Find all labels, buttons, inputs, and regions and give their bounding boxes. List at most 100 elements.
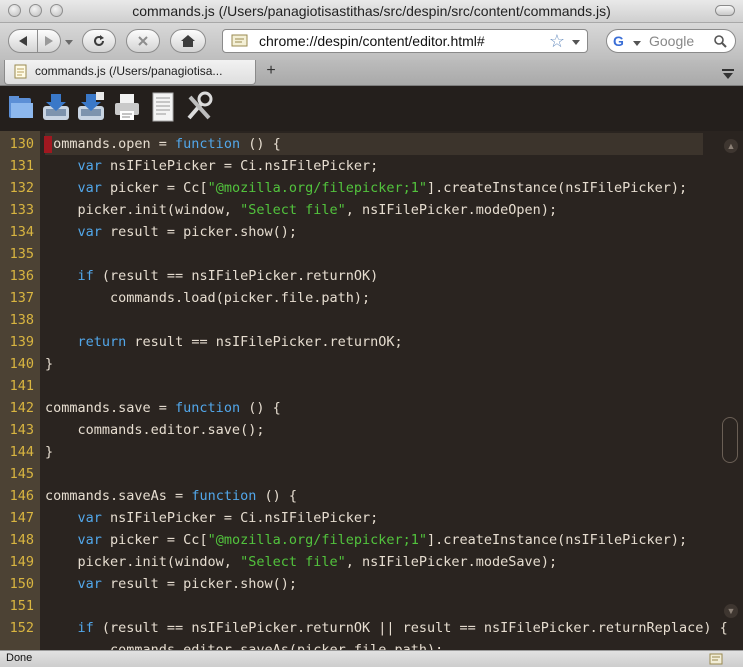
code-keyword: var: [77, 510, 102, 526]
forward-button[interactable]: [37, 29, 61, 53]
line-number: 130: [9, 136, 34, 152]
history-dropdown-icon[interactable]: [64, 37, 74, 47]
toolbar-toggle-button[interactable]: [715, 5, 735, 16]
code-keyword: var: [77, 180, 102, 196]
search-engine-dropdown-icon[interactable]: [633, 39, 641, 47]
code-text: commands.saveAs =: [45, 488, 192, 504]
line-number: [0, 639, 34, 650]
code-string: "@mozilla.org/filepicker;1": [207, 532, 428, 548]
document-tab-icon: [14, 64, 27, 79]
url-bar[interactable]: chrome://despin/content/editor.html# ☆: [222, 29, 588, 53]
save-icon[interactable]: [41, 90, 71, 124]
stop-button[interactable]: [126, 29, 160, 53]
url-dropdown-icon[interactable]: [571, 37, 581, 47]
line-number: 140: [9, 356, 34, 372]
code-text: ].createInstance(nsIFilePicker);: [427, 180, 688, 196]
code-string: "Select file": [240, 202, 346, 218]
line-number: 135: [9, 246, 34, 262]
code-text: commands.save =: [45, 400, 176, 416]
page-icon: [231, 34, 248, 47]
scroll-up-arrow-icon[interactable]: ▲: [724, 139, 738, 153]
line-number: 150: [9, 576, 34, 592]
code-line: picker.init(window, "Select file", nsIFi…: [45, 551, 703, 573]
code-text: ].createInstance(nsIFilePicker);: [427, 532, 688, 548]
open-file-icon[interactable]: [6, 90, 36, 124]
tab-commands-js[interactable]: commands.js (/Users/panagiotisa...: [4, 60, 256, 85]
line-number: 142: [9, 400, 34, 416]
code-string: "Select file": [240, 554, 346, 570]
tab-bar: commands.js (/Users/panagiotisa... +: [0, 60, 743, 86]
code-text: commands.open =: [45, 136, 176, 152]
code-keyword: function: [175, 400, 241, 416]
line-number: 132: [9, 180, 34, 196]
code-text: }: [45, 356, 54, 372]
code-line: var nsIFilePicker = Ci.nsIFilePicker;: [45, 155, 703, 177]
code-line: }: [45, 441, 703, 463]
scrollbar-thumb[interactable]: [722, 417, 738, 463]
code-text: picker = Cc[: [101, 532, 208, 548]
line-number: 149: [9, 554, 34, 570]
line-number: 134: [9, 224, 34, 240]
code-text: commands.editor.save();: [45, 422, 265, 438]
code-text: result = picker.show();: [101, 576, 297, 592]
code-line: var result = picker.show();: [45, 221, 703, 243]
code-line: var picker = Cc["@mozilla.org/filepicker…: [45, 177, 703, 199]
code-keyword: if: [77, 620, 94, 636]
resize-grip-icon[interactable]: [709, 652, 723, 666]
save-as-icon[interactable]: [76, 90, 106, 124]
code-text: () {: [240, 136, 281, 152]
code-text: , nsIFilePicker.modeOpen);: [345, 202, 558, 218]
reload-button[interactable]: [82, 29, 116, 53]
line-number: 137: [9, 290, 34, 306]
search-placeholder: Google: [649, 33, 695, 49]
code-text: , nsIFilePicker.modeSave);: [345, 554, 558, 570]
code-line: if (result == nsIFilePicker.returnOK): [45, 265, 703, 287]
code-keyword: var: [77, 224, 102, 240]
code-text: picker = Cc[: [101, 180, 208, 196]
reload-icon: [94, 35, 104, 46]
print-icon[interactable]: [112, 90, 142, 124]
code-text: result = picker.show();: [101, 224, 297, 240]
code-keyword: var: [77, 576, 102, 592]
home-icon: [181, 35, 195, 47]
code-editor[interactable]: 130 131 132 133 134 135 136 137 138 139 140 141 142 1…: [0, 131, 743, 650]
new-tab-button[interactable]: +: [258, 60, 284, 84]
vertical-scrollbar[interactable]: ▲ ▼: [719, 131, 743, 650]
search-bar[interactable]: G Google: [606, 29, 736, 53]
code-line: picker.init(window, "Select file", nsIFi…: [45, 199, 703, 221]
line-number: 141: [9, 378, 34, 394]
code-line: if (result == nsIFilePicker.returnOK || …: [45, 617, 728, 639]
line-number: 131: [9, 158, 34, 174]
line-number: 151: [9, 598, 34, 614]
bookmark-star-icon[interactable]: ☆: [549, 30, 565, 52]
editor-toolbar: [0, 86, 743, 131]
code-line: commands.editor.save();: [45, 419, 703, 441]
window-title: commands.js (/Users/panagiotisastithas/s…: [132, 3, 611, 19]
line-number-gutter: 130 131 132 133 134 135 136 137 138 139 140 141 142 1…: [0, 131, 40, 650]
code-text: result == nsIFilePicker.returnOK;: [126, 334, 403, 350]
code-keyword: var: [77, 532, 102, 548]
settings-icon[interactable]: [184, 90, 214, 124]
code-line: }: [45, 353, 703, 375]
back-button[interactable]: [8, 29, 38, 53]
scroll-down-arrow-icon[interactable]: ▼: [724, 604, 738, 618]
code-keyword: return: [77, 334, 127, 350]
code-text: }: [45, 444, 54, 460]
search-icon[interactable]: [713, 34, 727, 48]
document-icon[interactable]: [148, 90, 178, 124]
code-keyword: function: [191, 488, 257, 504]
tab-list-icon[interactable]: [721, 68, 735, 80]
home-button[interactable]: [170, 29, 206, 53]
title-bar: commands.js (/Users/panagiotisastithas/s…: [0, 0, 743, 23]
google-search-engine-icon[interactable]: G: [613, 33, 631, 49]
forward-arrow-icon: [45, 36, 53, 46]
code-keyword: function: [175, 136, 241, 152]
code-text: commands.load(picker.file.path);: [45, 290, 371, 306]
